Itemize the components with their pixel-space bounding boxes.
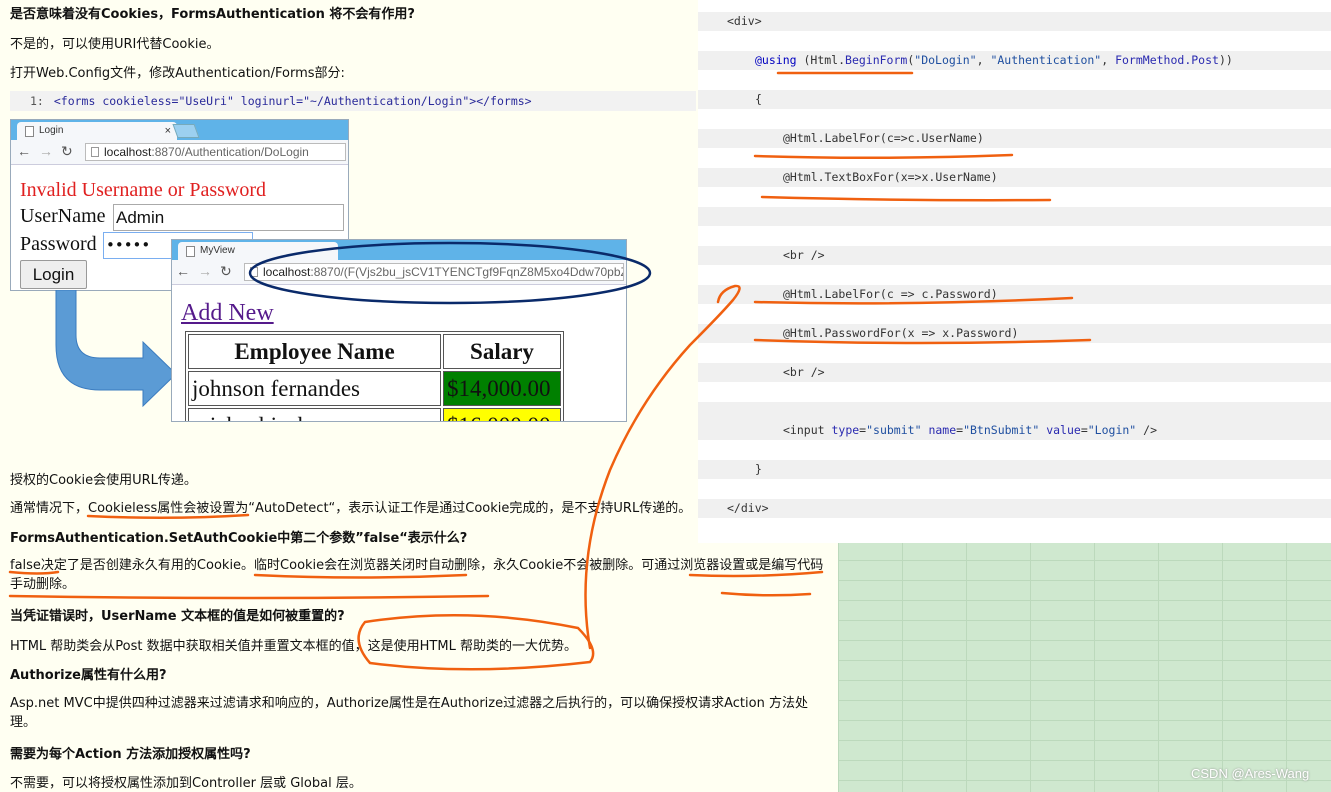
code-line: <input type="submit" name="BtnSubmit" va… (698, 421, 1331, 440)
new-tab-button[interactable] (172, 124, 200, 138)
flow-arrow-icon (55, 290, 177, 408)
answer-cookies: 不是的，可以使用URI代替Cookie。 (10, 37, 220, 52)
code-line: </div> (698, 499, 1331, 518)
address-bar[interactable]: localhost:8870/Authentication/DoLogin (85, 143, 346, 161)
answer-webconfig: 打开Web.Config文件，修改Authentication/Forms部分: (10, 66, 345, 81)
code-line: <div> (698, 12, 1331, 31)
page-icon (186, 246, 195, 257)
myview-browser-screenshot: MyView ← → ↻ localhost:8870/(F(Vjs2bu_js… (171, 239, 627, 422)
forward-arrow-icon[interactable]: → (198, 263, 212, 279)
tab-title: MyView (200, 245, 235, 256)
login-button[interactable]: Login (20, 260, 87, 289)
tab-myview[interactable]: MyView (178, 242, 338, 260)
reload-icon[interactable]: ↻ (61, 143, 73, 160)
column-header-name: Employee Name (188, 334, 441, 369)
employee-salary: $14,000.00 (443, 371, 561, 406)
employee-salary: $16,000.00 (443, 408, 561, 421)
username-label: UserName (20, 205, 106, 227)
code-line: @Html.PasswordFor(x => x.Password) (698, 324, 1331, 343)
employee-name: johnson fernandes (188, 371, 441, 406)
login-error-message: Invalid Username or Password (20, 179, 267, 201)
reload-icon[interactable]: ↻ (220, 263, 232, 280)
answer-per-action: 不需要，可以将授权属性添加到Controller 层或 Global 层。 (10, 776, 362, 791)
question-cookies: 是否意味着没有Cookies，FormsAuthentication 将不会有作… (10, 7, 415, 22)
code-text: <forms cookieless="UseUri" loginurl="~/A… (53, 94, 532, 108)
add-new-link[interactable]: Add New (181, 300, 274, 327)
username-input[interactable]: Admin (113, 204, 344, 231)
password-label: Password (20, 233, 97, 255)
tab-login[interactable]: Login × (17, 122, 177, 140)
employee-table: Employee Name Salary johnson fernandes $… (185, 331, 564, 421)
employee-name: michael jackson (188, 408, 441, 421)
page-icon (91, 147, 99, 157)
table-row: michael jackson $16,000.00 (188, 408, 561, 421)
back-arrow-icon[interactable]: ← (17, 143, 31, 159)
code-line: } (698, 460, 1331, 479)
tab-bar: Login × (11, 120, 348, 140)
code-line (698, 207, 1331, 226)
line-number: 1: (30, 94, 44, 108)
question-setauthcookie: FormsAuthentication.SetAuthCookie中第二个参数”… (10, 531, 468, 546)
close-icon[interactable]: × (165, 122, 171, 140)
code-panel: <div> @using (Html.BeginForm("DoLogin", … (698, 0, 1331, 543)
code-line: { (698, 90, 1331, 109)
answer-setauthcookie: false决定了是否创建永久有用的Cookie。临时Cookie会在浏览器关闭时… (10, 558, 824, 592)
tab-bar: MyView (172, 240, 626, 260)
code-line: @Html.LabelFor(c => c.Password) (698, 285, 1331, 304)
table-row: johnson fernandes $14,000.00 (188, 371, 561, 406)
code-line: <br /> (698, 363, 1331, 382)
back-arrow-icon[interactable]: ← (176, 263, 190, 279)
code-line: @using (Html.BeginForm("DoLogin", "Authe… (698, 51, 1331, 70)
paragraph-cookieless: 通常情况下，Cookieless属性会被设置为“AutoDetect“，表示认证… (10, 501, 692, 516)
question-authorize: Authorize属性有什么用? (10, 668, 167, 683)
code-line: @Html.TextBoxFor(x=>x.UserName) (698, 168, 1331, 187)
tab-title: Login (39, 125, 64, 136)
column-header-salary: Salary (443, 334, 561, 369)
page-icon (250, 267, 258, 277)
nav-bar: ← → ↻ localhost:8870/(F(Vjs2bu_jsCV1TYEN… (172, 260, 626, 285)
code-line: <br /> (698, 246, 1331, 265)
question-username-reset: 当凭证错误时，UserName 文本框的值是如何被重置的? (10, 609, 345, 624)
nav-bar: ← → ↻ localhost:8870/Authentication/DoLo… (11, 140, 348, 165)
code-line (698, 402, 1331, 421)
code-line: @Html.LabelFor(c=>c.UserName) (698, 129, 1331, 148)
answer-authorize: Asp.net MVC中提供四种过滤器来过滤请求和响应的，Authorize属性… (10, 696, 808, 730)
page-icon (25, 126, 34, 137)
question-per-action: 需要为每个Action 方法添加授权属性吗? (10, 747, 251, 762)
answer-username-reset: HTML 帮助类会从Post 数据中获取相关值并重置文本框的值，这是使用HTML… (10, 639, 577, 654)
watermark: CSDN @Ares-Wang (1191, 766, 1310, 781)
forward-arrow-icon[interactable]: → (39, 143, 53, 159)
code-snippet: 1: <forms cookieless="UseUri" loginurl="~… (10, 91, 696, 111)
address-bar[interactable]: localhost:8870/(F(Vjs2bu_jsCV1TYENCTgf9F… (244, 263, 624, 281)
paragraph-url-cookie: 授权的Cookie会使用URL传递。 (10, 473, 197, 488)
